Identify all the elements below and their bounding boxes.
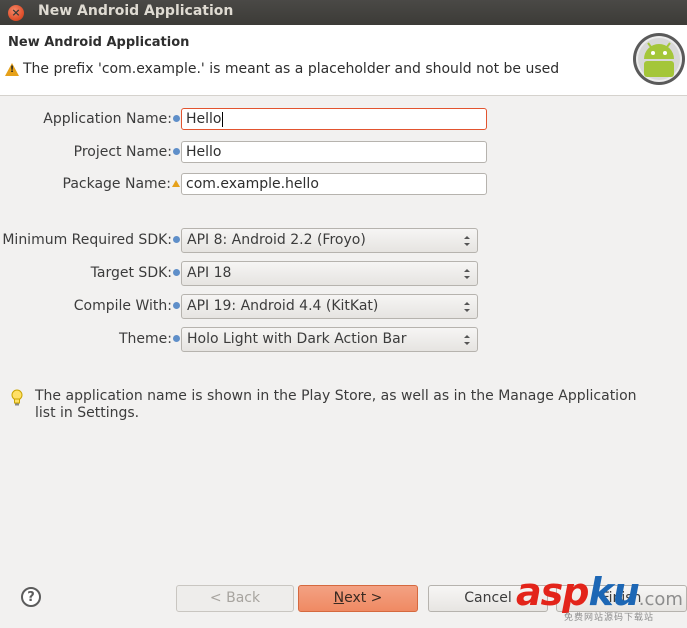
info-icon	[173, 334, 180, 342]
watermark-logo: aspku.com 免费网站源码下载站	[516, 570, 683, 623]
warning-icon	[5, 62, 19, 76]
info-icon	[173, 301, 180, 309]
project-name-field[interactable]: Hello	[181, 141, 487, 163]
compile-with-select[interactable]: API 19: Android 4.4 (KitKat)	[181, 294, 478, 319]
info-icon	[173, 268, 180, 276]
window-titlebar: × New Android Application	[0, 0, 687, 25]
close-icon[interactable]: ×	[8, 5, 24, 21]
info-icon	[173, 114, 180, 122]
theme-select[interactable]: Holo Light with Dark Action Bar	[181, 327, 478, 352]
warning-text: The prefix 'com.example.' is meant as a …	[23, 61, 560, 77]
compile-with-label: Compile With:	[74, 298, 180, 314]
back-button[interactable]: < Back	[176, 585, 294, 612]
window-title: New Android Application	[38, 3, 234, 19]
warning-message: The prefix 'com.example.' is meant as a …	[5, 61, 559, 77]
hint-text: The application name is shown in the Pla…	[35, 388, 637, 421]
chevron-updown-icon	[464, 236, 470, 246]
min-sdk-select[interactable]: API 8: Android 2.2 (Froyo)	[181, 228, 478, 253]
target-sdk-label: Target SDK:	[91, 265, 180, 281]
package-name-field[interactable]: com.example.hello	[181, 173, 487, 195]
next-button[interactable]: Next >	[298, 585, 418, 612]
android-logo	[633, 33, 685, 85]
target-sdk-select[interactable]: API 18	[181, 261, 478, 286]
warning-icon	[172, 179, 180, 187]
project-name-label: Project Name:	[74, 144, 180, 160]
chevron-updown-icon	[464, 302, 470, 312]
info-icon	[173, 235, 180, 243]
wizard-banner: New Android Application The prefix 'com.…	[0, 25, 687, 96]
theme-label: Theme:	[119, 331, 180, 347]
page-title: New Android Application	[8, 35, 190, 50]
package-name-label: Package Name:	[63, 176, 180, 192]
lightbulb-icon	[11, 389, 23, 406]
chevron-updown-icon	[464, 269, 470, 279]
chevron-updown-icon	[464, 335, 470, 345]
info-icon	[173, 147, 180, 155]
help-icon[interactable]: ?	[21, 587, 41, 607]
application-name-label: Application Name:	[43, 111, 180, 127]
min-sdk-label: Minimum Required SDK:	[2, 232, 180, 248]
application-name-field[interactable]: Hello	[181, 108, 487, 130]
